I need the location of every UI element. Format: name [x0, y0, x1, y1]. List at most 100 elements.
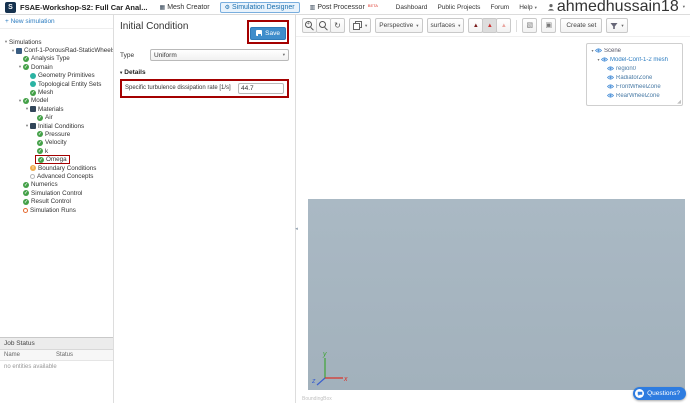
- create-set-button[interactable]: Create set: [560, 18, 603, 33]
- check-status-icon: ✓: [23, 198, 29, 205]
- nav-dashboard[interactable]: Dashboard: [396, 4, 428, 11]
- scene-node-label: Model-Conf-1-2 mesh: [610, 56, 669, 63]
- view-cube-icon: [353, 21, 362, 30]
- post-processor-icon: ▥: [309, 4, 316, 11]
- dissipation-rate-label: Specific turbulence dissipation rate [1/…: [125, 85, 231, 92]
- tree-item-advanced-concepts[interactable]: Advanced Concepts: [0, 172, 113, 180]
- tree-item-label: Model: [31, 97, 49, 105]
- visibility-eye-icon[interactable]: [607, 75, 616, 80]
- scene-node-rearwheelzone[interactable]: RearWheelZone: [589, 91, 680, 100]
- screenshot-button[interactable]: ▣: [541, 18, 557, 33]
- resize-handle[interactable]: ◢: [677, 100, 681, 105]
- invert-selection-button[interactable]: ▲: [496, 18, 512, 33]
- zoom-fit-icon: [319, 21, 328, 30]
- show-selection-button[interactable]: ▲: [482, 18, 498, 33]
- column-name: Name: [4, 352, 21, 358]
- details-section-toggle[interactable]: ▾ Details: [120, 69, 289, 76]
- topbar: S FSAE-Workshop-S2: Full Car Anal... ▦ Me…: [0, 0, 690, 15]
- scene-node-radiatorzone[interactable]: RadiatorZone: [589, 73, 680, 82]
- collapse-panel-handle[interactable]: ◂: [293, 223, 300, 235]
- tab-post-processor[interactable]: ▥ Post Processor BETA: [305, 2, 383, 13]
- tree-item-result-control[interactable]: ✓ Result Control: [0, 197, 113, 205]
- tree-item-model[interactable]: ▾ ✓ Model: [0, 97, 113, 105]
- clip-plane-button[interactable]: ▧: [522, 18, 538, 33]
- visibility-eye-icon[interactable]: [595, 48, 604, 53]
- check-status-icon: ✓: [23, 181, 29, 188]
- warn-status-icon: !: [30, 165, 36, 172]
- zoom-fit-button[interactable]: [316, 18, 331, 33]
- view-orientation-dropdown[interactable]: ▾: [349, 18, 372, 33]
- tree-item-topological-entity-sets[interactable]: Topological Entity Sets: [0, 80, 113, 88]
- tree-item-materials[interactable]: ▾ Materials: [0, 105, 113, 113]
- refresh-icon: ↻: [334, 20, 341, 30]
- scene-node-scene[interactable]: ▾ Scene: [589, 46, 680, 55]
- chevron-down-icon: ▾: [534, 4, 537, 10]
- tree-item-air[interactable]: ✓ Air: [0, 114, 113, 122]
- check-status-icon: ✓: [23, 55, 29, 62]
- tree-item-simulation-runs[interactable]: Simulation Runs: [0, 206, 113, 214]
- simulation-designer-icon: ⚙: [224, 4, 230, 11]
- tree-item-numerics[interactable]: ✓ Numerics: [0, 181, 113, 189]
- nav-forum[interactable]: Forum: [490, 4, 509, 11]
- visibility-eye-icon[interactable]: [607, 84, 616, 89]
- viewport: + ↻ ▾ Perspective ▾ surfaces ▾ ▲ ▲ ▲ ▧ ▣…: [296, 15, 690, 403]
- tree-item-label: Mesh: [38, 89, 54, 97]
- save-icon: [256, 30, 263, 36]
- tree-item-simulations[interactable]: ▾ Simulations: [0, 38, 113, 46]
- tree-item-label: Boundary Conditions: [38, 164, 97, 172]
- dissipation-rate-input[interactable]: [238, 83, 284, 94]
- gear-status-icon: [16, 47, 22, 54]
- chat-button[interactable]: Questions?: [633, 387, 686, 400]
- tree-item-omega[interactable]: ✓ Omega: [0, 155, 113, 165]
- teal-status-icon: [30, 72, 36, 79]
- tree-item-conf-1-porousrad-staticwheels[interactable]: ▾ Conf-1-PorousRad-StaticWheels: [0, 46, 113, 54]
- tree-item-boundary-conditions[interactable]: ! Boundary Conditions: [0, 164, 113, 172]
- scene-node-frontwheelzone[interactable]: FrontWheelZone: [589, 82, 680, 91]
- tree-item-simulation-control[interactable]: ✓ Simulation Control: [0, 189, 113, 197]
- projection-dropdown[interactable]: Perspective ▾: [375, 18, 423, 33]
- annotation-box-save: Save: [247, 20, 289, 44]
- tree-item-pressure[interactable]: ✓ Pressure: [0, 130, 113, 138]
- scene-node-model-conf-1-2-mesh[interactable]: ▾ Model-Conf-1-2 mesh: [589, 55, 680, 64]
- visibility-eye-icon[interactable]: [607, 93, 616, 98]
- chevron-down-icon: ▾: [621, 22, 624, 28]
- chevron-down-icon: ▾: [416, 22, 419, 28]
- simscale-logo[interactable]: S: [5, 1, 16, 13]
- check-status-icon: ✓: [38, 156, 44, 163]
- nav-public-projects[interactable]: Public Projects: [437, 4, 480, 11]
- visibility-eye-icon[interactable]: [607, 66, 616, 71]
- visibility-eye-icon[interactable]: [601, 57, 610, 62]
- hide-selection-icon: ▲: [472, 22, 479, 29]
- tab-mesh-creator[interactable]: ▦ Mesh Creator: [155, 2, 215, 13]
- tree-item-label: Simulation Control: [31, 189, 83, 197]
- tab-label: Mesh Creator: [167, 3, 210, 11]
- tree-item-initial-conditions[interactable]: ▾ Initial Conditions: [0, 122, 113, 130]
- user-menu[interactable]: ahmedhussain18 ▾: [547, 0, 685, 16]
- tab-simulation-designer[interactable]: ⚙ Simulation Designer: [219, 1, 300, 13]
- reset-view-button[interactable]: ↻: [330, 18, 345, 33]
- mesh-surface[interactable]: [308, 199, 685, 390]
- app-window: S FSAE-Workshop-S2: Full Car Anal... ▦ Me…: [0, 0, 690, 403]
- scene-node-region0[interactable]: region0: [589, 64, 680, 73]
- page-title: Initial Condition: [120, 21, 189, 32]
- check-status-icon: ✓: [37, 148, 43, 155]
- viewport-canvas[interactable]: ▾ Scene ▾ Model-Conf-1-2 mesh region0 Radiato…: [296, 37, 690, 403]
- tree-item-mesh[interactable]: ✓ Mesh: [0, 88, 113, 96]
- zoom-in-button[interactable]: +: [302, 18, 317, 33]
- tree-item-geometry-primitives[interactable]: Geometry Primitives: [0, 72, 113, 80]
- tree-item-analysis-type[interactable]: ✓ Analysis Type: [0, 55, 113, 63]
- render-mode-dropdown[interactable]: surfaces ▾: [426, 18, 465, 33]
- tree-item-velocity[interactable]: ✓ Velocity: [0, 139, 113, 147]
- new-simulation-button[interactable]: + New simulation: [0, 15, 113, 29]
- type-select[interactable]: Uniform ▾: [150, 49, 289, 61]
- tree-item-label: Velocity: [45, 139, 67, 147]
- filter-dropdown[interactable]: ▾: [606, 18, 628, 33]
- tree-item-domain[interactable]: ▾ ✓ Domain: [0, 63, 113, 71]
- tree-item-label: Numerics: [31, 181, 58, 189]
- check-status-icon: ✓: [37, 139, 43, 146]
- save-button[interactable]: Save: [250, 26, 286, 40]
- simulation-tree-sidebar: + New simulation ▾ Simulations ▾ Conf-1-Por…: [0, 15, 114, 403]
- hide-selection-button[interactable]: ▲: [468, 18, 484, 33]
- chevron-down-icon: ▾: [282, 52, 285, 57]
- nav-help[interactable]: Help ▾: [519, 4, 537, 11]
